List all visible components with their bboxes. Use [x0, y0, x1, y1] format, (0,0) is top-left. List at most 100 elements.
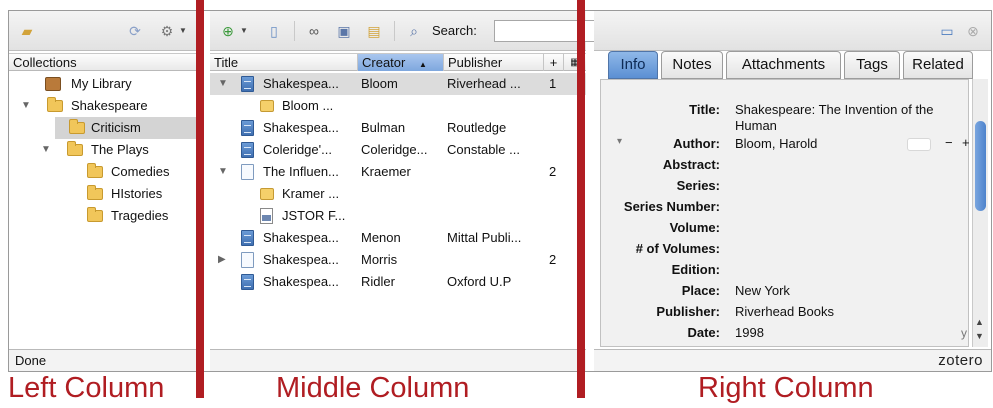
field-label-num-volumes: # of Volumes: [635, 241, 720, 256]
note-icon [260, 188, 274, 200]
twisty-open-icon[interactable]: ▼ [218, 161, 228, 183]
item-creator: Bloom [361, 76, 398, 91]
caption-right-column: Right Column [698, 372, 874, 404]
new-note-icon[interactable]: ▤ [366, 23, 382, 39]
magnifier-icon[interactable]: ⌕ [406, 23, 422, 39]
collection-label: Criticism [91, 120, 141, 135]
tab-tags[interactable]: Tags [844, 51, 900, 79]
search-label: Search: [432, 23, 477, 38]
gear-dropdown-icon[interactable]: ▼ [179, 26, 187, 35]
book-icon [241, 230, 254, 246]
tab-notes[interactable]: Notes [661, 51, 723, 79]
gear-icon[interactable]: ⚙ [159, 23, 175, 39]
collections-header-label: Collections [13, 55, 77, 70]
item-row[interactable]: ▼ The Influen... Kraemer 2 [210, 161, 586, 183]
add-author-button[interactable]: + [962, 135, 970, 150]
close-icon[interactable]: ⊗ [965, 23, 981, 39]
link-icon[interactable]: ∞ [306, 23, 322, 39]
field-value-place[interactable]: New York [735, 283, 790, 298]
attach-icon[interactable]: ▣ [336, 23, 352, 39]
field-value-title[interactable]: Shakespeare: The Invention of the Human [735, 102, 971, 134]
twisty-open-icon[interactable]: ▼ [21, 95, 31, 117]
item-title: Bloom ... [282, 98, 334, 113]
collection-label: Tragedies [111, 208, 169, 223]
item-title: Shakespea... [263, 252, 339, 267]
twisty-open-icon[interactable]: ▼ [41, 139, 51, 161]
page-icon [241, 252, 254, 268]
tab-info[interactable]: Info [608, 51, 658, 79]
book-icon [241, 76, 254, 92]
tab-related[interactable]: Related [903, 51, 973, 79]
column-title[interactable]: Title [210, 54, 358, 71]
field-label-place: Place: [681, 283, 720, 298]
item-count: 2 [549, 164, 557, 179]
info-scrollbar[interactable]: ▲ ▼ [972, 79, 988, 347]
caption-middle-column: Middle Column [276, 372, 470, 404]
new-item-dropdown-icon[interactable]: ▼ [240, 26, 248, 35]
collection-label: HIstories [111, 186, 163, 201]
left-toolbar: ▰ ⟳ ⚙ ▼ [9, 11, 202, 51]
field-label-publisher: Publisher: [656, 304, 720, 319]
sort-ascending-icon: ▲ [418, 60, 427, 69]
collection-tragedies[interactable]: Tragedies [9, 205, 202, 227]
field-value-publisher[interactable]: Riverhead Books [735, 304, 834, 319]
info-panel: Title: Shakespeare: The Invention of the… [600, 79, 971, 347]
column-creator[interactable]: Creator ▲ [358, 54, 444, 71]
collection-label: The Plays [91, 142, 149, 157]
field-label-abstract: Abstract: [662, 157, 720, 172]
child-item-row[interactable]: JSTOR F... [210, 205, 586, 227]
item-row[interactable]: Shakespea... Menon Mittal Publi... [210, 227, 586, 249]
sync-icon[interactable]: ⟳ [127, 23, 143, 39]
item-row[interactable]: ▼ Shakespea... Bloom Riverhead ... 1 [210, 73, 586, 95]
item-creator: Bulman [361, 120, 406, 135]
status-text: Done [15, 353, 47, 368]
twisty-closed-icon[interactable]: ▶ [218, 249, 226, 271]
add-by-identifier-icon[interactable]: ▯ [266, 23, 282, 39]
item-creator: Menon [361, 230, 401, 245]
collection-the-plays[interactable]: ▼ The Plays [9, 139, 202, 161]
collections-header: Collections [9, 53, 202, 71]
right-pane: ▭ ⊗ Info Notes Attachments Tags Related … [594, 11, 991, 371]
field-value-date[interactable]: 1998 [735, 325, 764, 340]
item-row[interactable]: Shakespea... Ridler Oxford U.P [210, 271, 586, 293]
collection-histories[interactable]: HIstories [9, 183, 202, 205]
column-creator-label: Creator [362, 55, 406, 70]
child-item-row[interactable]: Bloom ... [210, 95, 586, 117]
item-publisher: Routledge [447, 120, 507, 135]
field-value-author[interactable]: Bloom, Harold [735, 136, 817, 151]
scrollbar-thumb[interactable] [975, 121, 986, 211]
right-status-bar: zotero [594, 349, 991, 371]
scroll-up-icon[interactable]: ▲ [975, 317, 984, 327]
field-label-edition: Edition: [671, 262, 720, 277]
middle-toolbar: ⊕ ▼ ▯ ∞ ▣ ▤ ⌕ Search: [210, 11, 710, 51]
column-divider-right [577, 0, 585, 398]
folder-icon [69, 119, 85, 134]
remove-author-button[interactable]: − [945, 135, 953, 150]
collection-criticism[interactable]: Criticism [55, 117, 202, 139]
author-type-switch[interactable] [907, 138, 931, 151]
tab-attachments[interactable]: Attachments [726, 51, 841, 79]
middle-pane: ⊕ ▼ ▯ ∞ ▣ ▤ ⌕ Search: Title Creator ▲ Pu… [210, 11, 710, 371]
status-bar: Done [9, 349, 202, 371]
child-item-row[interactable]: Kramer ... [210, 183, 586, 205]
column-count[interactable]: + [544, 54, 564, 71]
new-collection-icon[interactable]: ▰ [19, 23, 35, 39]
fullscreen-icon[interactable]: ▭ [939, 23, 955, 39]
scroll-down-icon[interactable]: ▼ [975, 331, 984, 341]
twisty-open-icon[interactable]: ▼ [218, 73, 228, 95]
collection-my-library[interactable]: My Library [9, 73, 202, 95]
item-row[interactable]: ▶ Shakespea... Morris 2 [210, 249, 586, 271]
field-label-title: Title: [689, 102, 720, 117]
new-item-icon[interactable]: ⊕ [220, 23, 236, 39]
item-publisher: Constable ... [447, 142, 520, 157]
folder-icon [87, 207, 103, 222]
column-publisher[interactable]: Publisher [444, 54, 544, 71]
middle-status-bar [210, 349, 586, 371]
caption-left-column: Left Column [8, 372, 165, 404]
book-icon [241, 274, 254, 290]
item-title: Shakespea... [263, 274, 339, 289]
item-row[interactable]: Coleridge'... Coleridge... Constable ... [210, 139, 586, 161]
collection-shakespeare[interactable]: ▼ Shakespeare [9, 95, 202, 117]
item-row[interactable]: Shakespea... Bulman Routledge [210, 117, 586, 139]
collection-comedies[interactable]: Comedies [9, 161, 202, 183]
